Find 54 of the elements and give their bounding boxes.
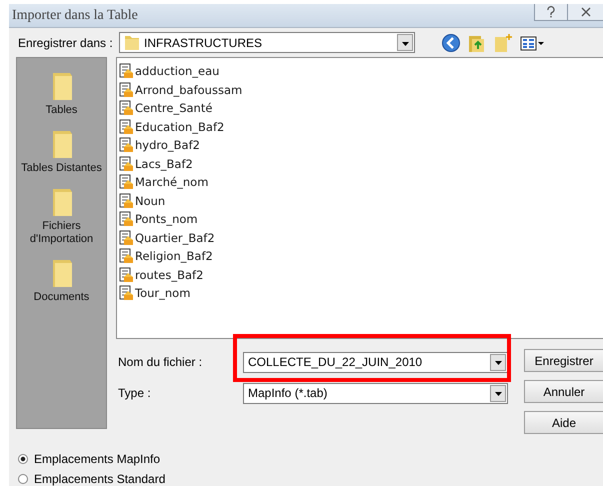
file-item[interactable]: adduction_eau xyxy=(119,62,603,80)
place-label: Tables Distantes xyxy=(21,162,102,175)
radio-label: Emplacements MapInfo xyxy=(34,452,160,466)
field-label: Nom du fichier : xyxy=(117,355,204,369)
table-file-icon xyxy=(119,285,133,302)
place-item[interactable]: Documents xyxy=(18,258,106,304)
table-file-icon xyxy=(119,63,133,80)
table-file-icon xyxy=(119,174,133,190)
close-icon xyxy=(581,7,591,17)
file-item[interactable]: Education_Baf2 xyxy=(119,118,603,136)
file-type-dropdown[interactable]: MapInfo (*.tab) xyxy=(243,382,508,404)
save-button[interactable]: Enregistrer xyxy=(524,349,603,372)
place-item[interactable]: Tables xyxy=(18,71,106,117)
table-file-icon xyxy=(119,230,133,246)
help-icon xyxy=(546,6,556,18)
file-item[interactable]: Marché_nom xyxy=(119,173,603,192)
close-button[interactable] xyxy=(568,4,603,21)
folder-icon xyxy=(124,34,140,52)
place-label: Tables xyxy=(46,104,78,117)
place-item[interactable]: Fichiers d'Importation xyxy=(18,187,106,246)
table-file-icon xyxy=(119,248,133,264)
place-label: Fichiers d'Importation xyxy=(28,220,94,246)
place-item[interactable]: Tables Distantes xyxy=(18,129,106,175)
file-item[interactable]: hydro_Baf2 xyxy=(119,136,603,154)
table-file-icon xyxy=(119,100,133,116)
file-item[interactable]: Centre_Santé xyxy=(119,99,603,118)
place-label: Documents xyxy=(34,291,90,304)
table-file-icon xyxy=(119,82,133,98)
table-file-icon xyxy=(119,156,133,172)
table-file-icon xyxy=(119,266,133,283)
radio-label: Emplacements Standard xyxy=(34,472,166,486)
file-item[interactable]: Noun xyxy=(119,192,603,210)
file-item[interactable]: Religion_Baf2 xyxy=(119,247,603,266)
file-item[interactable]: Ponts_nom xyxy=(119,210,603,228)
help-button[interactable] xyxy=(534,4,568,21)
file-item[interactable]: Quartier_Baf2 xyxy=(119,228,603,247)
file-item[interactable]: routes_Baf2 xyxy=(119,266,603,284)
field-label: Type : xyxy=(117,386,152,400)
cancel-button[interactable]: Annuler xyxy=(524,380,603,403)
file-item[interactable]: Tour_nom xyxy=(119,284,603,302)
table-file-icon xyxy=(119,211,133,228)
field-label: Enregistrer dans : xyxy=(18,36,114,50)
table-file-icon xyxy=(119,192,133,209)
file-name-field[interactable]: COLLECTE_DU_22_JUIN_2010 xyxy=(243,352,508,372)
help-button[interactable]: Aide xyxy=(524,411,603,434)
folder-dropdown[interactable]: INFRASTRUCTURES xyxy=(119,32,415,54)
radio-button[interactable] xyxy=(18,454,28,464)
file-item[interactable]: Lacs_Baf2 xyxy=(119,154,603,173)
back-icon[interactable] xyxy=(441,32,461,53)
window-title: Importer dans la Table xyxy=(11,8,138,24)
radio-button[interactable] xyxy=(18,474,28,484)
table-file-icon xyxy=(119,118,133,135)
table-file-icon xyxy=(119,137,133,154)
file-item[interactable]: Arrond_bafoussam xyxy=(119,80,603,99)
